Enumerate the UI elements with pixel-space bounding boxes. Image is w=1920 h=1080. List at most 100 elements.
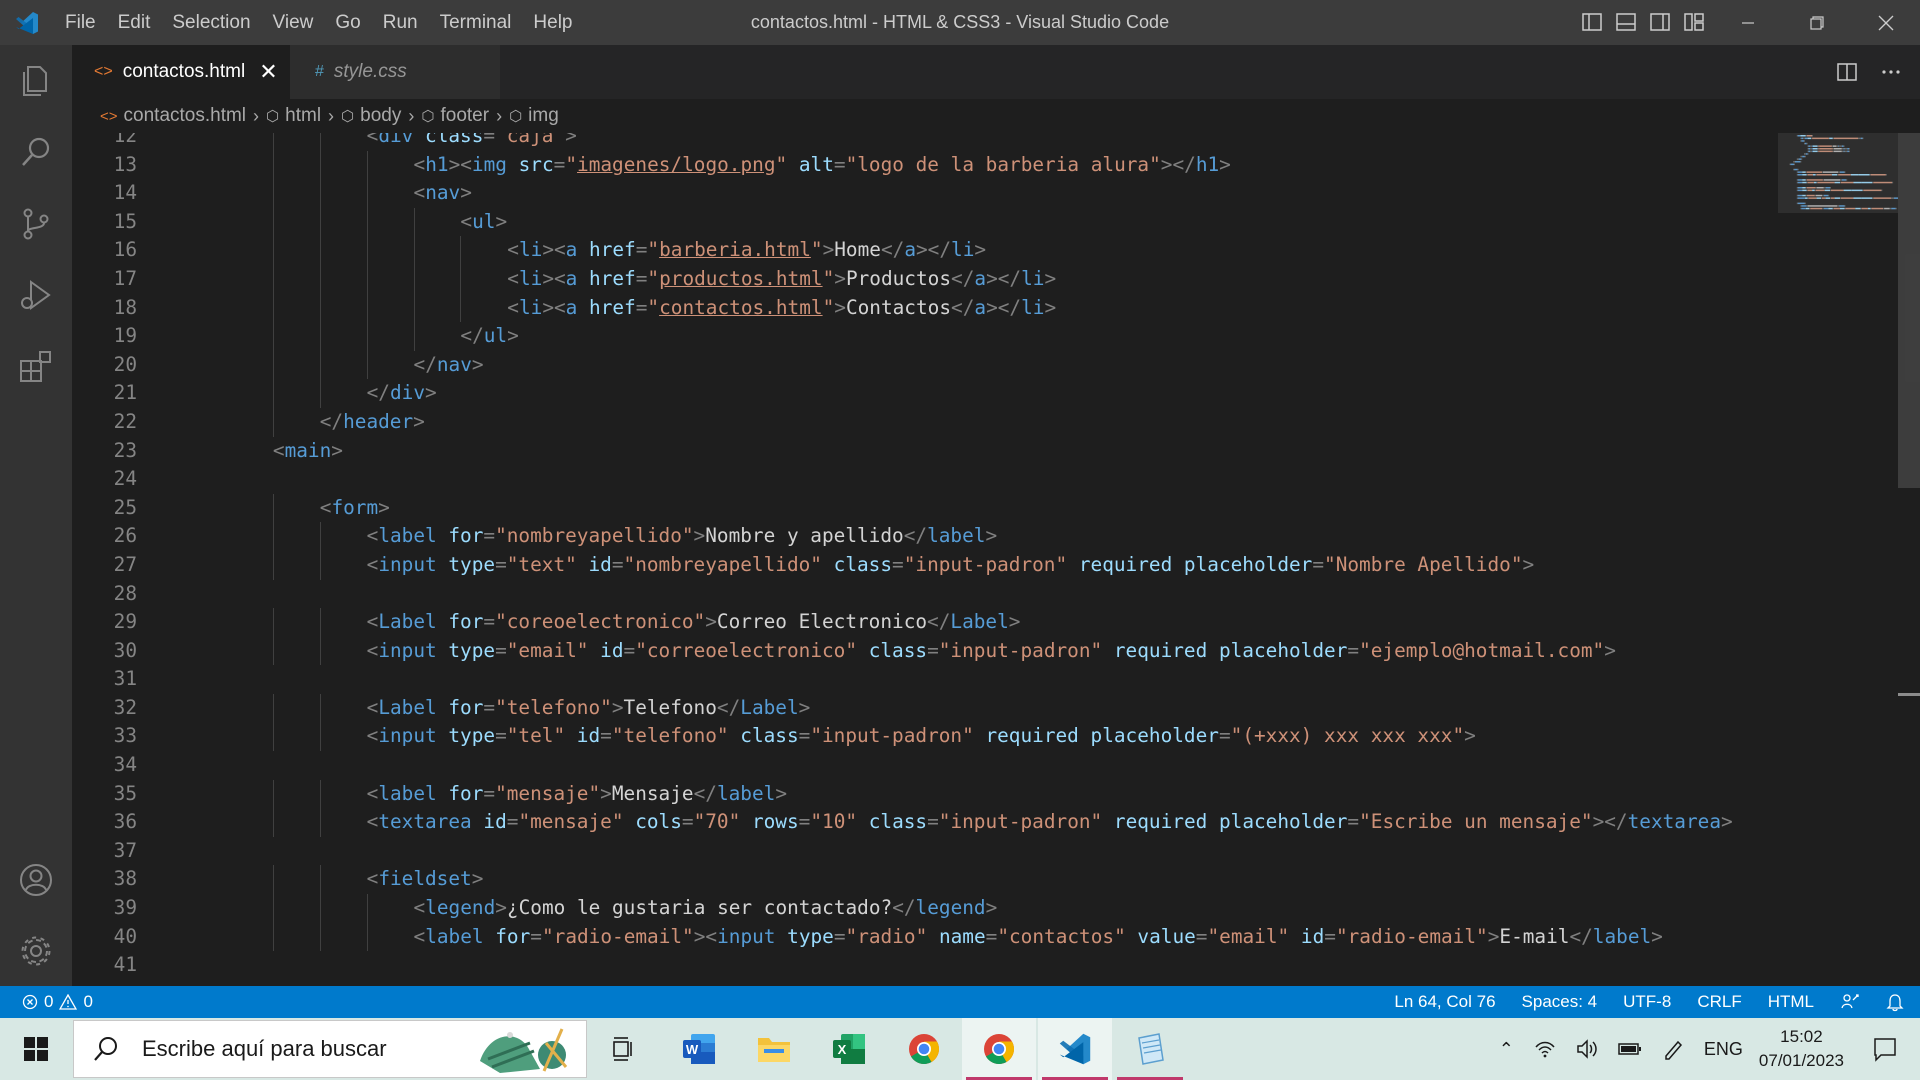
code-token: " — [565, 152, 578, 176]
code-text: <form> — [320, 494, 390, 523]
code-text: <h1><img src="imagenes/logo.png" alt="lo… — [414, 151, 1231, 180]
split-editor-icon[interactable] — [1836, 61, 1858, 83]
code-token: "10" — [810, 810, 858, 834]
notification-center-icon[interactable] — [1872, 1036, 1898, 1062]
code-token: fieldset — [378, 867, 472, 891]
chevron-up-icon[interactable]: ⌃ — [1499, 1039, 1514, 1060]
feedback-icon[interactable] — [1840, 992, 1860, 1012]
source-control-icon[interactable] — [0, 194, 72, 254]
toggle-primary-sidebar-icon[interactable] — [1580, 10, 1604, 34]
settings-gear-icon[interactable] — [0, 921, 72, 981]
minimize-button[interactable] — [1713, 0, 1782, 45]
element-icon: ⬡ — [421, 108, 435, 125]
indent-guide — [272, 236, 274, 265]
code-token: ></ — [1160, 152, 1196, 176]
extensions-icon[interactable] — [0, 336, 72, 396]
code-token: href — [577, 295, 636, 319]
toggle-panel-icon[interactable] — [1614, 10, 1638, 34]
breadcrumb-item-img[interactable]: ⬡ img — [509, 105, 559, 127]
breadcrumb-item-footer[interactable]: ⬡ footer — [421, 105, 489, 127]
tab-contactos-html[interactable]: <> contactos.html ✕ — [72, 45, 290, 99]
task-view-button[interactable] — [587, 1018, 661, 1080]
cursor-position[interactable]: Ln 64, Col 76 — [1394, 992, 1495, 1012]
breadcrumb-item-html[interactable]: ⬡ html — [266, 105, 321, 127]
status-right: Ln 64, Col 76 Spaces: 4 UTF-8 CRLF HTML — [1394, 986, 1904, 1018]
taskbar-excel[interactable]: X — [812, 1018, 886, 1080]
problems-indicator[interactable]: 0 0 — [22, 986, 93, 1018]
close-window-button[interactable] — [1851, 0, 1920, 45]
code-token: = — [1324, 924, 1336, 948]
code-token: Productos — [845, 266, 952, 290]
code-token: = — [927, 638, 939, 662]
code-token: = — [1312, 552, 1325, 576]
input-language[interactable]: ENG — [1704, 1039, 1743, 1060]
code-token: >< — [542, 266, 566, 290]
code-token: ></ — [1592, 810, 1628, 834]
line-number: 38 — [113, 867, 137, 891]
indent-guide — [272, 207, 274, 237]
customize-layout-icon[interactable] — [1682, 10, 1706, 34]
clock[interactable]: 15:02 07/01/2023 — [1759, 1025, 1844, 1073]
encoding[interactable]: UTF-8 — [1623, 992, 1671, 1012]
breadcrumb-item-body[interactable]: ⬡ body — [341, 105, 401, 127]
start-button[interactable] — [0, 1018, 72, 1080]
menu-selection[interactable]: Selection — [161, 0, 261, 45]
menu-help[interactable]: Help — [522, 0, 583, 45]
taskbar-chrome-2[interactable] — [962, 1018, 1036, 1080]
code-token: label — [378, 524, 437, 548]
volume-icon[interactable] — [1576, 1039, 1598, 1059]
code-token: = — [635, 266, 648, 290]
code-token: = — [798, 810, 811, 834]
menu-go[interactable]: Go — [324, 0, 371, 45]
code-text: <li><a href="barberia.html">Home</a></li… — [507, 236, 986, 265]
language-mode[interactable]: HTML — [1768, 992, 1814, 1012]
code-token: img — [471, 152, 507, 176]
code-token: > — [985, 524, 998, 548]
indentation[interactable]: Spaces: 4 — [1522, 992, 1598, 1012]
indent-guide — [366, 179, 368, 208]
pen-icon[interactable] — [1662, 1038, 1684, 1060]
menu-run[interactable]: Run — [372, 0, 429, 45]
wifi-icon[interactable] — [1534, 1040, 1556, 1058]
more-actions-icon[interactable] — [1880, 61, 1902, 83]
menu-file[interactable]: File — [54, 0, 107, 45]
taskbar-search-box[interactable]: Escribe aquí para buscar — [73, 1020, 587, 1078]
run-debug-icon[interactable] — [0, 265, 72, 325]
indent-guide — [366, 150, 368, 180]
close-icon[interactable]: ✕ — [259, 59, 277, 85]
code-token: type — [436, 552, 496, 576]
code-token: > — [1487, 924, 1500, 948]
taskbar-file-explorer[interactable] — [737, 1018, 811, 1080]
code-token: > — [822, 238, 835, 262]
minimap[interactable] — [1778, 133, 1898, 986]
menu-edit[interactable]: Edit — [107, 0, 162, 45]
code-token: < — [272, 438, 285, 462]
code-token: for — [436, 695, 484, 719]
vertical-scrollbar[interactable] — [1898, 133, 1920, 488]
accounts-icon[interactable] — [0, 850, 72, 910]
code-token: = — [635, 295, 648, 319]
battery-icon[interactable] — [1618, 1042, 1642, 1056]
code-token: div — [378, 133, 414, 147]
notifications-bell-icon[interactable] — [1886, 992, 1904, 1012]
minimap-slider[interactable] — [1778, 133, 1898, 213]
indent-guide — [272, 865, 274, 895]
breadcrumb-item-file[interactable]: <> contactos.html — [100, 105, 246, 127]
taskbar-notepad[interactable] — [1113, 1018, 1187, 1080]
explorer-icon[interactable] — [0, 51, 72, 111]
taskbar-chrome-1[interactable] — [887, 1018, 961, 1080]
menu-view[interactable]: View — [262, 0, 325, 45]
restore-button[interactable] — [1782, 0, 1851, 45]
end-of-line[interactable]: CRLF — [1697, 992, 1741, 1012]
code-editor[interactable]: 12 <div class="caja"> 13 <h1><img src="imag… — [72, 133, 1920, 986]
toggle-secondary-sidebar-icon[interactable] — [1648, 10, 1672, 34]
taskbar-vscode[interactable] — [1038, 1018, 1112, 1080]
search-icon[interactable] — [0, 122, 72, 182]
code-text: <input type="tel" id="telefono" class="i… — [367, 722, 1476, 751]
code-token: a — [974, 266, 987, 290]
tab-style-css[interactable]: # style.css — [290, 45, 500, 99]
menu-terminal[interactable]: Terminal — [429, 0, 523, 45]
code-token: Label — [378, 610, 437, 634]
taskbar-word[interactable]: W — [662, 1018, 736, 1080]
indent-guide — [272, 264, 274, 294]
